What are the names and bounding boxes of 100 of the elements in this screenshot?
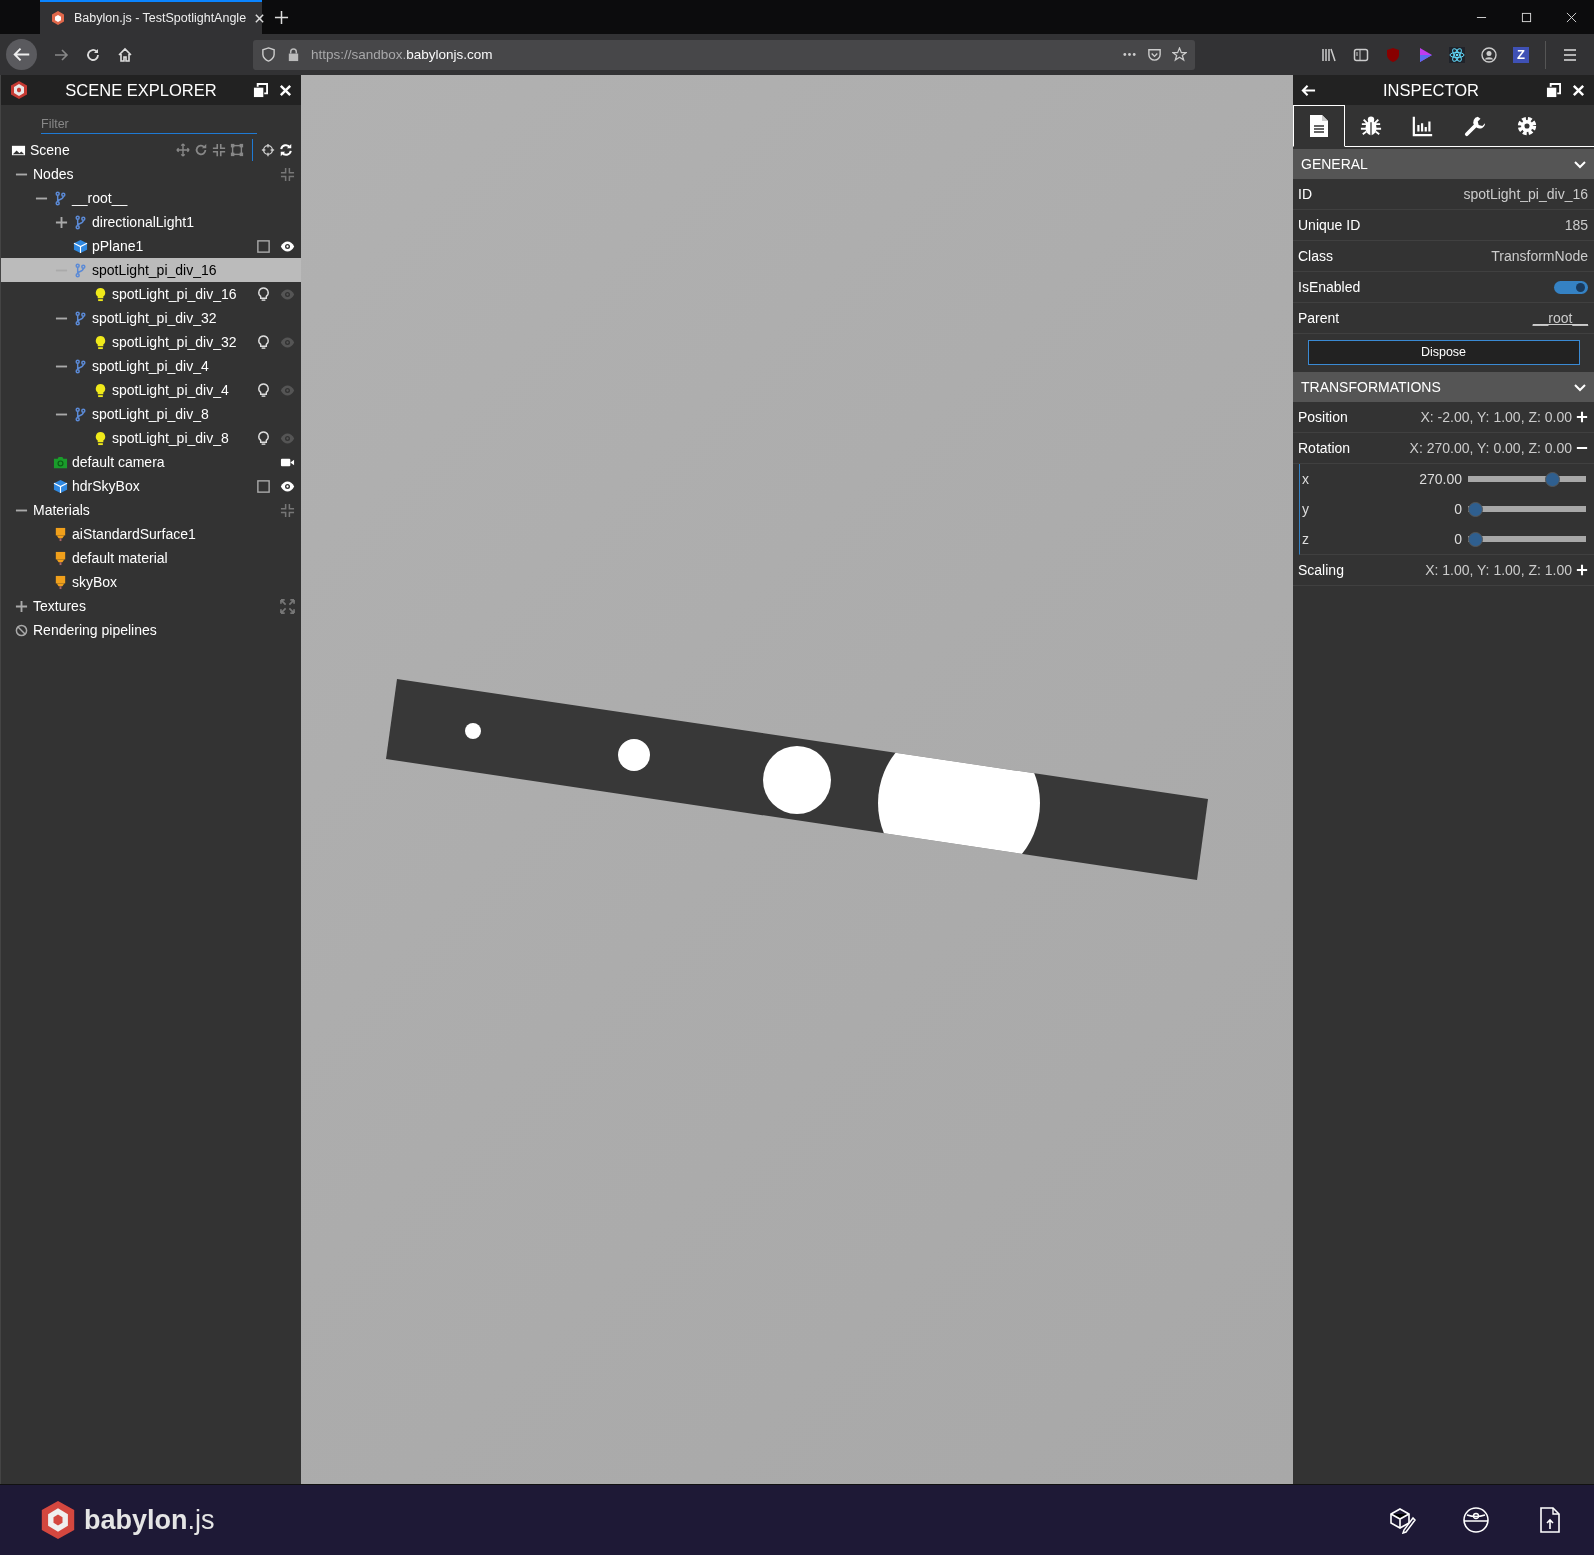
close-icon[interactable] [278, 82, 293, 98]
checkbox[interactable] [256, 238, 271, 254]
section-header[interactable]: TRANSFORMATIONS [1293, 372, 1594, 402]
url-text: https://sandbox.babylonjs.com [311, 47, 493, 62]
branch-icon [73, 310, 88, 326]
property-value: spotLight_pi_div_16 [1463, 186, 1588, 202]
atom-icon[interactable] [1449, 46, 1465, 63]
close-icon[interactable] [1566, 11, 1577, 23]
pocket-icon[interactable] [1147, 47, 1162, 62]
play-extension-icon[interactable] [1417, 46, 1433, 63]
plus-icon[interactable] [274, 9, 289, 25]
globe-icon[interactable] [1462, 1506, 1490, 1534]
document-icon [1308, 114, 1330, 138]
popout-icon[interactable] [1546, 82, 1561, 98]
expand-arrows-icon[interactable] [280, 598, 295, 614]
lightbulb-outline-icon[interactable] [256, 382, 271, 398]
expand-plus-icon[interactable] [54, 215, 68, 229]
tree-item[interactable]: pPlane1 [92, 238, 144, 254]
reload-icon[interactable] [85, 46, 101, 63]
property-label: IsEnabled [1298, 279, 1361, 295]
cube-logo-icon [9, 80, 29, 100]
collapse-arrows-icon[interactable] [280, 502, 295, 518]
property-label: Position [1298, 409, 1348, 425]
no-entry-icon [14, 623, 28, 637]
close-icon[interactable] [254, 12, 266, 24]
library-icon[interactable] [1321, 46, 1337, 63]
property-value: 185 [1564, 217, 1588, 233]
parent-link[interactable]: __root__ [1532, 310, 1588, 326]
toggle-switch[interactable] [1554, 280, 1588, 294]
sidebar-icon[interactable] [1353, 46, 1369, 63]
tree-item[interactable]: Materials [33, 502, 90, 518]
section-header[interactable]: GENERAL [1293, 149, 1594, 179]
property-value: TransformNode [1491, 248, 1588, 264]
star-icon[interactable] [1172, 47, 1187, 62]
3d-viewport[interactable] [301, 75, 1293, 1484]
collapse-arrows-icon[interactable] [280, 166, 295, 182]
tree-item[interactable]: Rendering pipelines [33, 622, 157, 638]
property-value: X: 1.00, Y: 1.00, Z: 1.00 [1425, 562, 1572, 578]
tree-item[interactable]: default material [72, 550, 168, 566]
tree-item[interactable]: spotLight_pi_div_32 [112, 334, 237, 350]
lightbulb-outline-icon[interactable] [256, 286, 271, 302]
lightbulb-icon [93, 286, 108, 302]
dispose-button[interactable]: Dispose [1307, 339, 1580, 365]
cube-logo-icon [50, 10, 66, 26]
tree-item[interactable]: spotLight_pi_div_32 [92, 310, 217, 326]
chevron-icon[interactable] [1574, 381, 1586, 393]
property-label: Scaling [1298, 562, 1344, 578]
account-icon[interactable] [1481, 46, 1497, 63]
tree-item[interactable]: aiStandardSurface1 [72, 526, 196, 542]
tree-item[interactable]: default camera [72, 454, 165, 470]
tree-item[interactable]: spotLight_pi_div_8 [92, 406, 209, 422]
forward-arrow-icon[interactable] [53, 46, 69, 63]
branch-icon [73, 214, 88, 230]
filter-field[interactable]: Filter [41, 115, 257, 134]
maximize-icon[interactable] [1521, 11, 1532, 23]
close-icon[interactable] [1571, 82, 1586, 98]
tree-item[interactable]: skyBox [72, 574, 118, 590]
expand-plus-icon[interactable] [14, 599, 28, 613]
property-label: Class [1298, 248, 1333, 264]
popout-icon[interactable] [253, 82, 268, 98]
bug-icon [1360, 113, 1382, 138]
property-label: ID [1298, 186, 1312, 202]
tree-item[interactable]: spotLight_pi_div_8 [112, 430, 229, 446]
tree-item[interactable]: spotLight_pi_div_4 [112, 382, 229, 398]
lightbulb-outline-icon[interactable] [256, 334, 271, 350]
rotate-icon[interactable] [194, 143, 208, 157]
brush-icon [53, 574, 68, 590]
brush-icon [53, 550, 68, 566]
bounding-box-icon[interactable] [230, 143, 244, 157]
address-bar[interactable]: https://sandbox.babylonjs.com [253, 39, 1195, 70]
checkbox[interactable] [256, 478, 271, 494]
lightbulb-outline-icon[interactable] [256, 430, 271, 446]
lock-icon [286, 47, 301, 62]
tree-item[interactable]: Nodes [33, 166, 74, 182]
tree-item[interactable]: spotLight_pi_div_16 [112, 286, 237, 302]
browser-tab[interactable]: Babylon.js - TestSpotlightAngle [40, 0, 262, 34]
home-icon[interactable] [117, 46, 133, 63]
inspector-tab[interactable] [1293, 105, 1345, 147]
refresh-icon[interactable] [279, 143, 293, 157]
chevron-icon[interactable] [1574, 158, 1586, 170]
back-arrow-icon[interactable] [1301, 82, 1316, 98]
branch-icon [53, 190, 68, 206]
target-icon[interactable] [261, 143, 275, 157]
slider-value: 270.00 [1419, 471, 1462, 487]
tree-item[interactable]: hdrSkyBox [72, 478, 140, 494]
cube-pen-icon[interactable] [1388, 1506, 1416, 1534]
tree-item[interactable]: Textures [33, 598, 86, 614]
extension-button[interactable]: Z [1513, 46, 1529, 63]
tree-item[interactable]: spotLight_pi_div_4 [92, 358, 209, 374]
scale-arrows-icon[interactable] [212, 143, 226, 157]
property-label: Rotation [1298, 440, 1351, 456]
move-arrows-icon[interactable] [176, 143, 190, 157]
tree-item[interactable]: directionalLight1 [92, 214, 194, 230]
brush-icon [53, 526, 68, 542]
axis-label: y [1302, 501, 1309, 517]
slider-value: 0 [1454, 501, 1462, 517]
tree-item[interactable]: __root__ [72, 190, 128, 206]
menu-icon[interactable] [1562, 46, 1578, 63]
tree-item[interactable]: Scene [30, 142, 70, 158]
brand-name: babylon.js [84, 1504, 215, 1536]
